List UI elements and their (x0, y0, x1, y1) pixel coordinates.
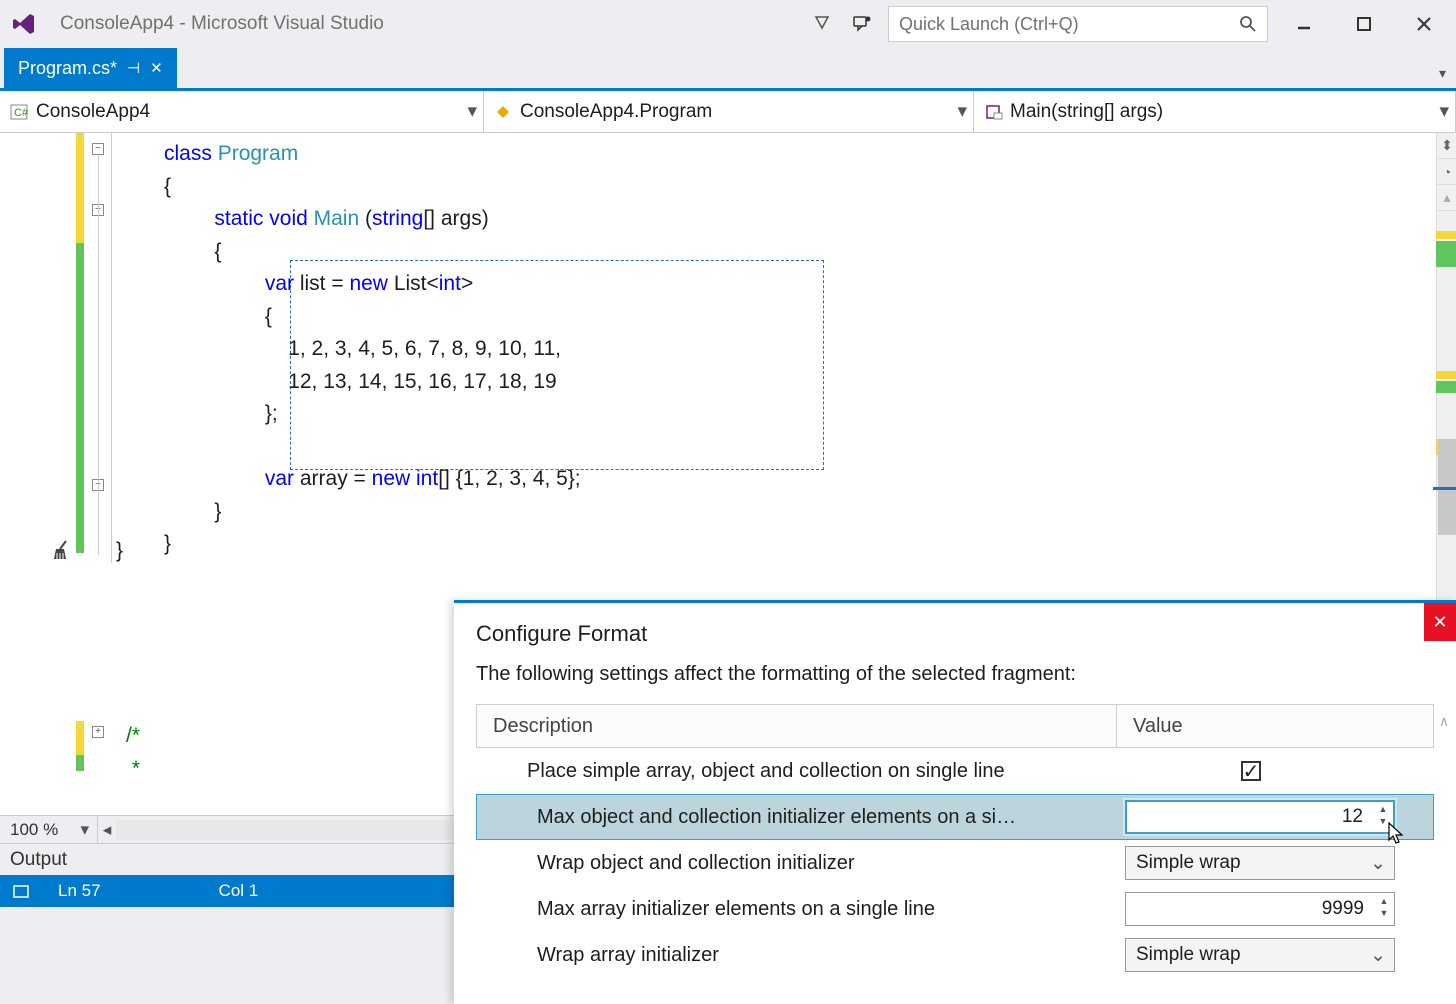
document-tab-row: Program.cs* ⊣ ✕ ▾ (0, 48, 1456, 88)
settings-table: Description Value Place simple array, ob… (476, 704, 1434, 978)
outline-toggle[interactable]: − (92, 143, 104, 155)
setting-label: Wrap array initializer (477, 944, 1117, 967)
chevron-down-icon: ⌄ (1370, 852, 1386, 875)
output-label: Output (10, 849, 67, 871)
status-line: Ln 57 (58, 881, 101, 901)
outline-toggle[interactable]: + (92, 726, 104, 738)
quick-launch-placeholder: Quick Launch (Ctrl+Q) (899, 14, 1239, 35)
number-input[interactable]: 9999▲▼ (1125, 892, 1395, 926)
chevron-down-icon: ⌄ (1370, 944, 1386, 967)
select-input[interactable]: Simple wrap⌄ (1125, 938, 1395, 972)
setting-row[interactable]: Max array initializer elements on a sing… (476, 886, 1434, 932)
setting-row[interactable]: Wrap array initializer Simple wrap⌄ (476, 932, 1434, 978)
zoom-dropdown[interactable]: 100 % ▾ (0, 816, 98, 843)
setting-row[interactable]: Max object and collection initializer el… (476, 794, 1434, 840)
setting-row[interactable]: Wrap object and collection initializer S… (476, 840, 1434, 886)
code-cleanup-icon[interactable] (52, 539, 72, 564)
navigation-bar: C# ConsoleApp4 ▾ ConsoleApp4.Program ▾ M… (0, 91, 1456, 133)
maximize-button[interactable] (1340, 6, 1388, 42)
checkbox[interactable]: ✓ (1241, 761, 1261, 781)
editor-margin: − − − + (0, 133, 86, 815)
code-brace: } (116, 536, 123, 569)
table-header: Description Value (476, 704, 1434, 748)
number-input[interactable]: 12▲▼ (1125, 800, 1395, 834)
scroll-up-icon[interactable]: ∧ (1436, 713, 1452, 730)
tab-label: Program.cs* (18, 58, 117, 79)
svg-text:C#: C# (14, 107, 29, 119)
window-title: ConsoleApp4 - Microsoft Visual Studio (60, 13, 384, 35)
scroll-left-icon[interactable]: ◂ (98, 816, 116, 843)
minimize-button[interactable] (1280, 6, 1328, 42)
nav-project-dropdown[interactable]: C# ConsoleApp4 ▾ (0, 91, 484, 132)
popup-description: The following settings affect the format… (454, 657, 1456, 704)
zoom-value: 100 % (10, 820, 58, 840)
method-icon (984, 103, 1004, 121)
popup-close-button[interactable]: ✕ (1424, 603, 1456, 641)
feedback-icon[interactable] (848, 10, 876, 38)
csharp-project-icon: C# (10, 103, 30, 121)
nav-class-dropdown[interactable]: ConsoleApp4.Program ▾ (484, 91, 974, 132)
document-tab[interactable]: Program.cs* ⊣ ✕ (4, 48, 177, 88)
vs-logo-icon (8, 8, 40, 40)
nav-method-dropdown[interactable]: Main(string[] args) ▾ (974, 91, 1456, 132)
header-value: Value (1117, 715, 1433, 738)
chevron-down-icon: ▾ (1439, 100, 1449, 123)
setting-label: Place simple array, object and collectio… (477, 760, 1117, 783)
class-icon (494, 103, 514, 121)
tab-overflow-icon[interactable]: ▾ (1439, 65, 1446, 82)
status-col: Col 1 (219, 881, 259, 901)
split-icon[interactable]: ⬍ (1437, 133, 1456, 159)
chevron-down-icon: ▾ (80, 820, 89, 840)
spinner[interactable]: ▲▼ (1377, 895, 1391, 923)
configure-format-popup: ✕ Configure Format The following setting… (454, 600, 1456, 1004)
nav-class-label: ConsoleApp4.Program (520, 101, 712, 123)
chevron-down-icon: ▾ (467, 100, 477, 123)
scroll-up-icon[interactable]: ▴ (1437, 185, 1456, 211)
track-changes-icon[interactable]: ◔ (1437, 159, 1456, 185)
title-bar: ConsoleApp4 - Microsoft Visual Studio Qu… (0, 0, 1456, 48)
setting-label: Max array initializer elements on a sing… (477, 898, 1117, 921)
pin-icon[interactable]: ⊣ (127, 59, 140, 77)
status-ready-icon (12, 882, 30, 900)
code-text: class Program { static void Main (string… (164, 139, 581, 562)
quick-launch-input[interactable]: Quick Launch (Ctrl+Q) (888, 6, 1268, 42)
search-icon (1239, 15, 1257, 33)
popup-title: Configure Format (454, 603, 1456, 657)
select-input[interactable]: Simple wrap⌄ (1125, 846, 1395, 880)
setting-label: Wrap object and collection initializer (477, 852, 1117, 875)
header-description: Description (477, 705, 1117, 747)
notifications-icon[interactable] (808, 10, 836, 38)
setting-row[interactable]: Place simple array, object and collectio… (476, 748, 1434, 794)
chevron-down-icon: ▾ (957, 100, 967, 123)
close-tab-icon[interactable]: ✕ (150, 59, 163, 77)
nav-method-label: Main(string[] args) (1010, 101, 1163, 123)
code-comment: /* * (126, 721, 140, 786)
close-button[interactable] (1400, 6, 1448, 42)
spinner[interactable]: ▲▼ (1376, 804, 1390, 830)
setting-label: Max object and collection initializer el… (477, 806, 1117, 829)
nav-project-label: ConsoleApp4 (36, 101, 150, 123)
